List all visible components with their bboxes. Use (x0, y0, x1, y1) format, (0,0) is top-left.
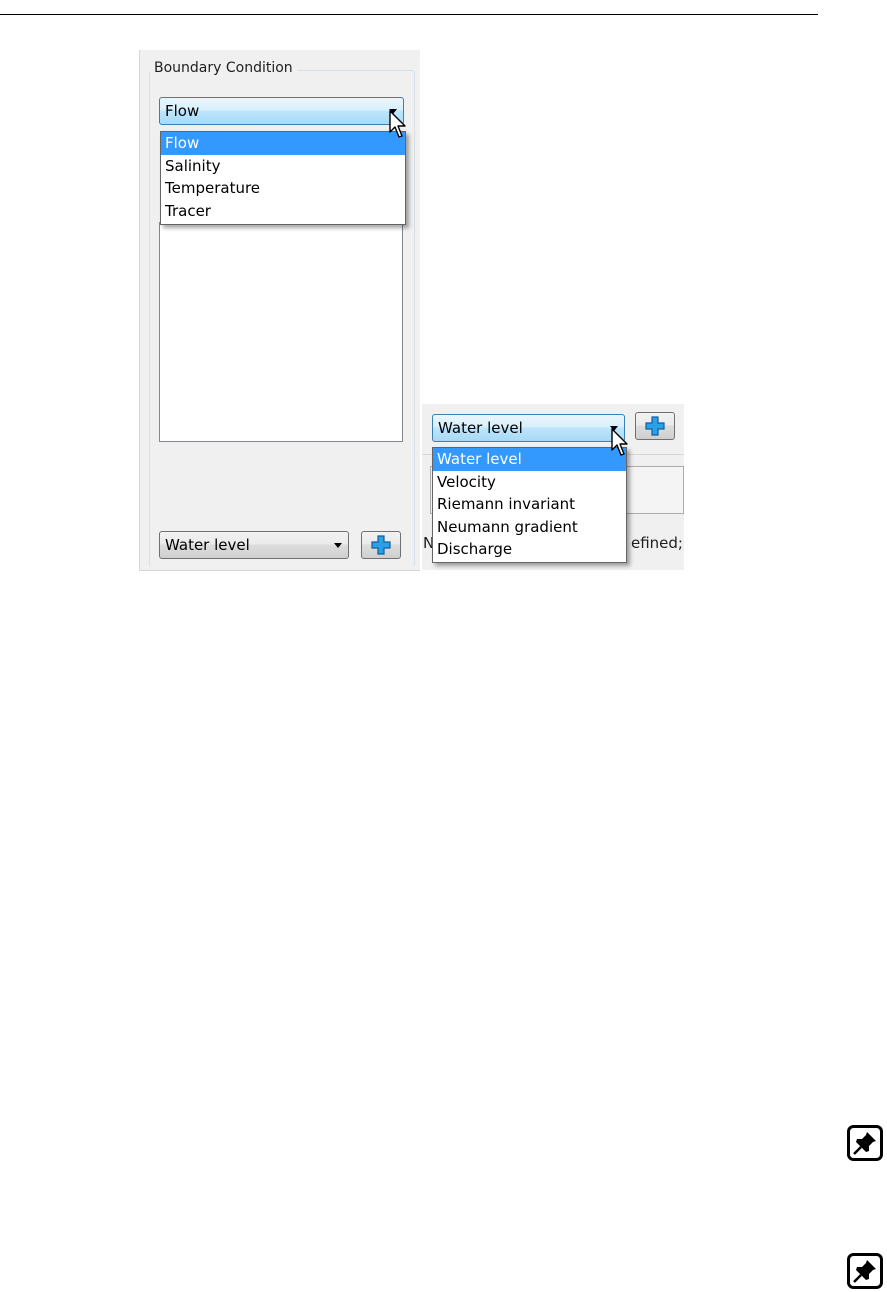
add-boundary-type-button[interactable] (635, 412, 675, 440)
bc-type-combo-open[interactable]: Water level (432, 414, 625, 442)
chevron-down-icon[interactable] (334, 543, 342, 548)
add-boundary-button[interactable] (361, 531, 401, 559)
boundary-condition-title: Boundary Condition (150, 60, 297, 76)
page-header-rule (0, 14, 818, 15)
bc-type-dropdown: Water level Velocity Riemann invariant N… (432, 447, 627, 563)
dropdown-item-flow[interactable]: Flow (161, 132, 405, 155)
dropdown-item-neumann-gradient[interactable]: Neumann gradient (433, 516, 626, 539)
bc-type-combo-open-value: Water level (438, 419, 523, 437)
dropdown-item-water-level[interactable]: Water level (433, 448, 626, 471)
dropdown-item-temperature[interactable]: Temperature (161, 177, 405, 200)
status-text-right: efined; (631, 534, 683, 552)
pin-note-icon (847, 1125, 883, 1161)
plus-icon (645, 416, 665, 436)
dropdown-item-velocity[interactable]: Velocity (433, 471, 626, 494)
bc-type-combo[interactable]: Water level (159, 531, 349, 559)
bc-type-combo-value: Water level (165, 536, 250, 554)
dropdown-item-discharge[interactable]: Discharge (433, 538, 626, 561)
category-combo-value: Flow (165, 102, 200, 120)
mouse-pointer-icon (389, 110, 406, 138)
boundary-condition-list[interactable] (159, 222, 403, 442)
pin-note-icon (847, 1253, 883, 1289)
dropdown-item-salinity[interactable]: Salinity (161, 155, 405, 178)
category-combo[interactable]: Flow (159, 97, 404, 125)
dropdown-item-tracer[interactable]: Tracer (161, 200, 405, 223)
category-dropdown: Flow Salinity Temperature Tracer (160, 131, 406, 225)
dropdown-item-riemann-invariant[interactable]: Riemann invariant (433, 493, 626, 516)
plus-icon (371, 535, 391, 555)
mouse-pointer-icon (611, 428, 628, 456)
